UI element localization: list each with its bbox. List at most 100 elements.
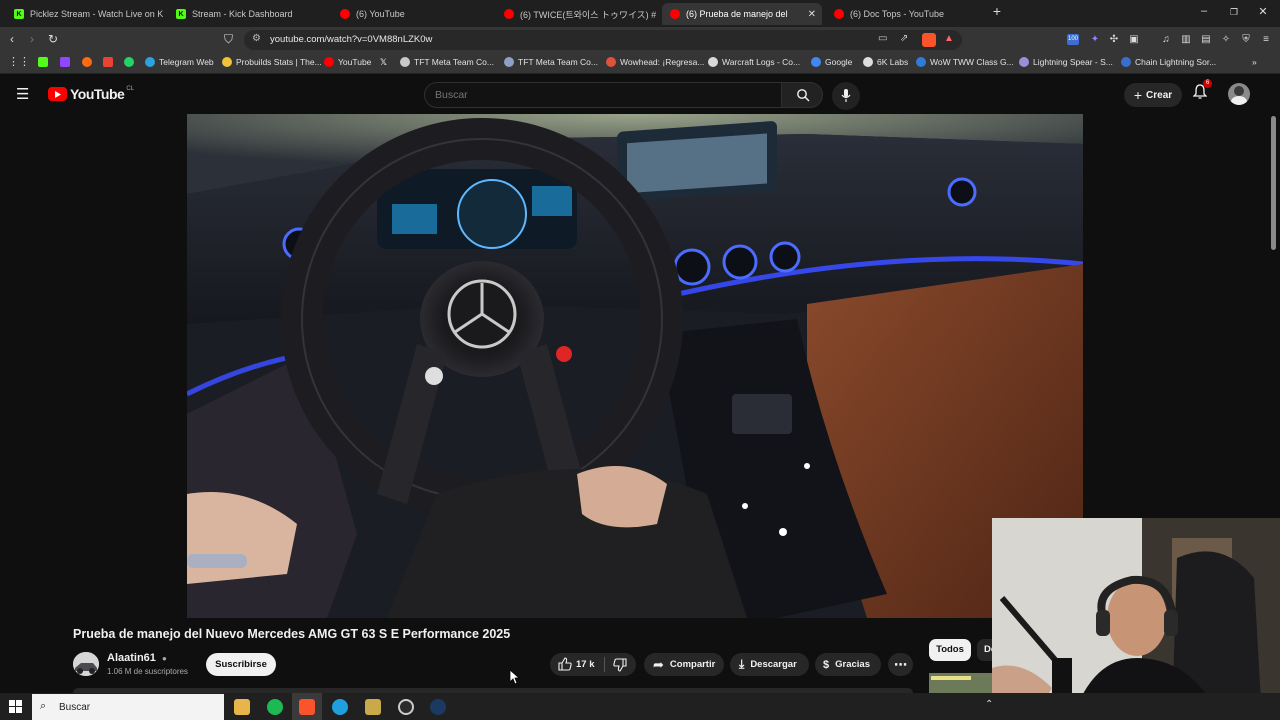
video-player[interactable] [187,114,1083,618]
warcraft-logs-icon [708,57,718,67]
address-bar[interactable]: ⚙ youtube.com/watch?v=0VM88nLZK0w ▭ ⇗ ▲ [244,30,962,50]
taskbar-search[interactable]: ⌕ Buscar [32,694,224,720]
obs-icon[interactable] [398,699,414,715]
channel-avatar[interactable] [73,652,99,676]
bookmark-chain-lightning[interactable]: Chain Lightning Sor... [1121,57,1216,67]
back-icon[interactable]: ‹ [10,32,14,46]
bookmark-page-icon[interactable]: ⛉ [224,32,233,47]
bookmark-wow-class[interactable]: WoW TWW Class G... [916,57,1014,67]
bookmark-telegram[interactable]: Telegram Web [145,57,214,67]
spotify-icon[interactable] [267,699,283,715]
subscribe-button[interactable]: Suscribirse [206,653,276,676]
page-scrollbar[interactable] [1271,116,1276,250]
thanks-button[interactable]: $ Gracias [815,653,881,676]
edge-icon[interactable] [332,699,348,715]
reload-icon[interactable]: ↻ [48,32,58,46]
new-tab-button[interactable]: + [987,3,1007,19]
youtube-header: ☰ YouTube CL + Crear 6 [0,74,1280,114]
bookmark-youtube[interactable]: YouTube [324,57,371,67]
brave-browser-icon[interactable] [299,699,315,715]
tab-title: (6) Doc Tops - YouTube [850,9,945,19]
notifications-button[interactable]: 6 [1192,79,1213,105]
restore-button[interactable]: ❐ [1224,7,1244,18]
bookmark-lightning-spear[interactable]: Lightning Spear - S... [1019,57,1113,67]
brave-shield-icon[interactable] [922,33,936,47]
download-button[interactable]: ⤓ Descargar [730,653,809,676]
notification-count-badge: 6 [1203,79,1213,88]
wallet-icon[interactable]: ▤ [1200,34,1212,45]
whatsapp-bookmark[interactable] [124,57,138,67]
bookmark-tft-1[interactable]: TFT Meta Team Co... [400,57,494,67]
bookmark-x[interactable]: 𝕏 [380,57,387,68]
leo-ai-icon[interactable]: ✧ [1220,34,1232,45]
steam-icon[interactable] [430,699,446,715]
hamburger-menu-icon[interactable]: ☰ [16,85,29,103]
share-page-icon[interactable]: ⇗ [900,33,908,44]
sidebar-icon[interactable]: ▥ [1180,34,1192,45]
voice-search-button[interactable] [832,82,860,110]
search-input[interactable] [435,88,765,102]
system-tray-chevron-icon[interactable]: ⌃ [985,699,993,710]
bookmark-label: TFT Meta Team Co... [414,57,494,67]
bookmark-label: Chain Lightning Sor... [1135,57,1217,67]
screenshot-icon[interactable]: ▣ [1128,34,1140,45]
chip-todos[interactable]: Todos [929,639,971,661]
apps-grid-icon[interactable]: ⋮⋮ [8,55,30,68]
bookmark-tft-2[interactable]: TFT Meta Team Co... [504,57,598,67]
region-code: CL [126,86,134,92]
microphone-icon [841,89,851,102]
tab-youtube[interactable]: (6) YouTube [332,3,492,25]
extensions-icon[interactable]: ✣ [1108,34,1120,45]
share-button[interactable]: ➦ Compartir [644,653,724,676]
search-button[interactable] [781,82,823,108]
bookmark-orange[interactable] [82,57,96,67]
extension-icon[interactable]: ✦ [1089,34,1101,45]
league-client-icon[interactable] [365,699,381,715]
channel-name[interactable]: Alaatin61 ● [107,652,167,664]
whatsapp-icon [124,57,134,67]
tab-twice[interactable]: (6) TWICE(트와이스 トゥワイス) #2 - FA [496,3,656,25]
extension-badge-icon[interactable]: 100 [1067,34,1079,45]
bookmark-6k-labs[interactable]: 6K Labs [863,57,908,67]
kick-icon: K [14,9,24,19]
like-button[interactable] [558,657,572,674]
tab-kick-dashboard[interactable]: K Stream - Kick Dashboard [168,3,328,25]
twitch-bookmark[interactable] [60,57,74,67]
forward-icon[interactable]: › [30,32,34,46]
search-box[interactable] [424,82,782,108]
dislike-button[interactable] [613,658,627,675]
tab-picklez-stream[interactable]: K Picklez Stream - Watch Live on K [6,3,166,25]
youtube-icon [834,9,844,19]
brave-rewards-icon[interactable]: ▲ [944,33,954,44]
avatar[interactable] [1228,83,1250,105]
recommended-thumbnail[interactable] [929,673,992,693]
vpn-icon[interactable]: ⛨ [1240,34,1252,45]
close-tab-icon[interactable]: ✕ [808,9,816,20]
thumbs-down-icon [613,658,627,672]
kick-icon: K [176,9,186,19]
more-actions-button[interactable]: ⋯ [888,653,913,676]
file-explorer-icon[interactable] [234,699,250,715]
cast-icon[interactable]: ▭ [878,33,887,44]
bookmark-probuilds[interactable]: Probuilds Stats | The... [222,57,322,67]
tab-prueba-de-manejo[interactable]: (6) Prueba de manejo del Nu ✕ [662,3,822,25]
bookmark-label: Warcraft Logs - Co... [722,57,801,67]
minimize-button[interactable]: – [1194,5,1214,17]
media-icon[interactable]: ♫ [1160,34,1172,45]
close-window-button[interactable]: ✕ [1253,5,1273,18]
more-bookmarks-icon[interactable]: » [1252,57,1257,67]
tab-doc-tops[interactable]: (6) Doc Tops - YouTube [826,3,986,25]
bookmark-wowhead[interactable]: Wowhead: ¡Regresa... [606,57,704,67]
site-info-icon[interactable]: ⚙ [252,33,261,44]
youtube-logo-icon [48,87,67,101]
share-label: Compartir [669,659,716,670]
bookmark-google[interactable]: Google [811,57,852,67]
create-button[interactable]: + Crear [1124,83,1182,107]
youtube-logo[interactable]: YouTube CL [48,86,134,102]
bookmark-label: Probuilds Stats | The... [236,57,322,67]
gmail-bookmark[interactable] [103,57,117,67]
kick-bookmark[interactable] [38,57,52,67]
bookmark-warcraft-logs[interactable]: Warcraft Logs - Co... [708,57,800,67]
windows-start-icon[interactable] [9,700,22,718]
menu-icon[interactable]: ≡ [1260,34,1272,45]
